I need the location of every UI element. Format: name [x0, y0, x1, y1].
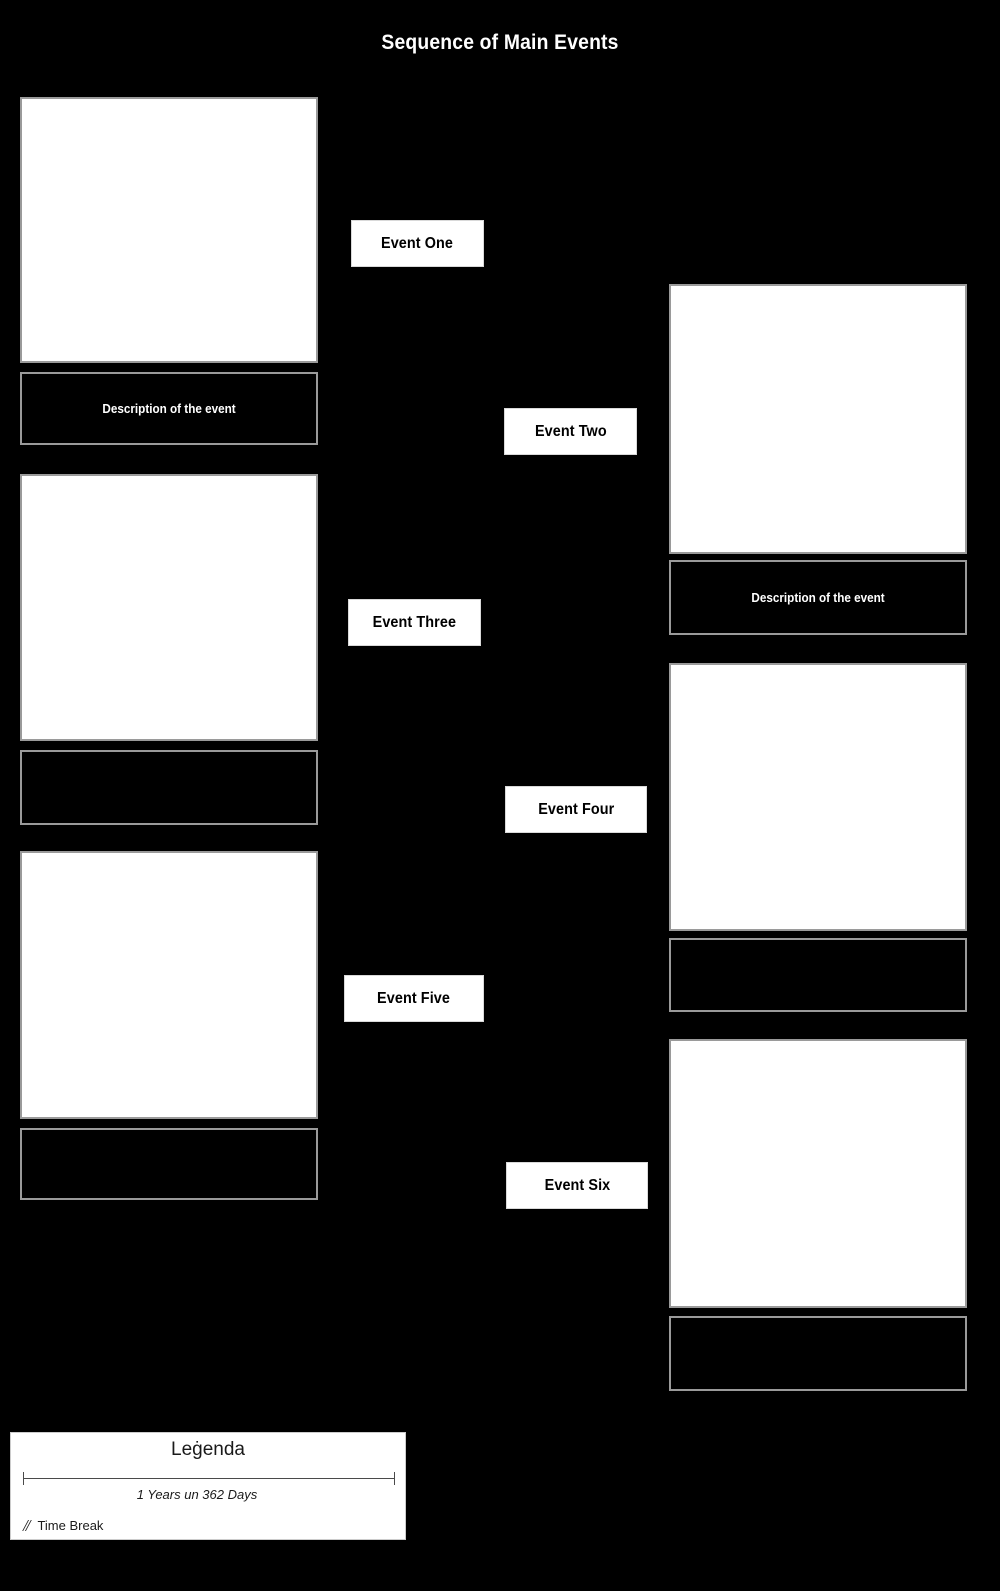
event-image-placeholder[interactable] — [20, 851, 318, 1119]
event-description-text: Description of the event — [751, 590, 885, 605]
legend-time-break-row: // Time Break — [23, 1517, 103, 1534]
event-description-box[interactable]: Description of the event — [669, 560, 967, 635]
event-label-text: Event Four — [537, 800, 615, 818]
event-label-text: Event One — [381, 234, 454, 252]
event-description-box[interactable] — [669, 938, 967, 1012]
event-label-text: Event Three — [372, 613, 457, 631]
legend-scale-cap-right — [394, 1472, 395, 1485]
event-label-box[interactable]: Event Six — [506, 1162, 648, 1209]
event-label-box[interactable]: Event Three — [348, 599, 481, 646]
event-description-box[interactable]: Description of the event — [20, 372, 318, 445]
event-description-box[interactable] — [20, 750, 318, 825]
legend-scale-cap-left — [23, 1472, 24, 1485]
event-label-box[interactable]: Event Five — [344, 975, 484, 1022]
event-image-placeholder[interactable] — [669, 1039, 967, 1308]
time-break-icon: // — [23, 1516, 31, 1535]
legend-panel: Leġenda 1 Years un 362 Days // Time Brea… — [10, 1432, 406, 1540]
event-label-text: Event Five — [377, 989, 451, 1007]
legend-title: Leġenda — [171, 1439, 245, 1460]
legend-time-break-label: Time Break — [37, 1518, 104, 1533]
event-description-box[interactable] — [20, 1128, 318, 1200]
legend-scale-line — [23, 1478, 395, 1479]
page-title: Sequence of Main Events — [381, 31, 619, 54]
timeline-canvas: Sequence of Main Events Description of t… — [0, 0, 1000, 1591]
event-image-placeholder[interactable] — [669, 284, 967, 554]
event-image-placeholder[interactable] — [20, 97, 318, 363]
event-label-text: Event Six — [544, 1176, 610, 1194]
legend-scale-label: 1 Years un 362 Days — [136, 1487, 258, 1502]
event-label-box[interactable]: Event Four — [505, 786, 647, 833]
event-description-text: Description of the event — [102, 401, 236, 416]
event-label-text: Event Two — [534, 422, 607, 440]
event-image-placeholder[interactable] — [20, 474, 318, 741]
event-label-box[interactable]: Event Two — [504, 408, 637, 455]
legend-scale-bar — [23, 1471, 395, 1487]
event-image-placeholder[interactable] — [669, 663, 967, 931]
event-label-box[interactable]: Event One — [351, 220, 484, 267]
event-description-box[interactable] — [669, 1316, 967, 1391]
